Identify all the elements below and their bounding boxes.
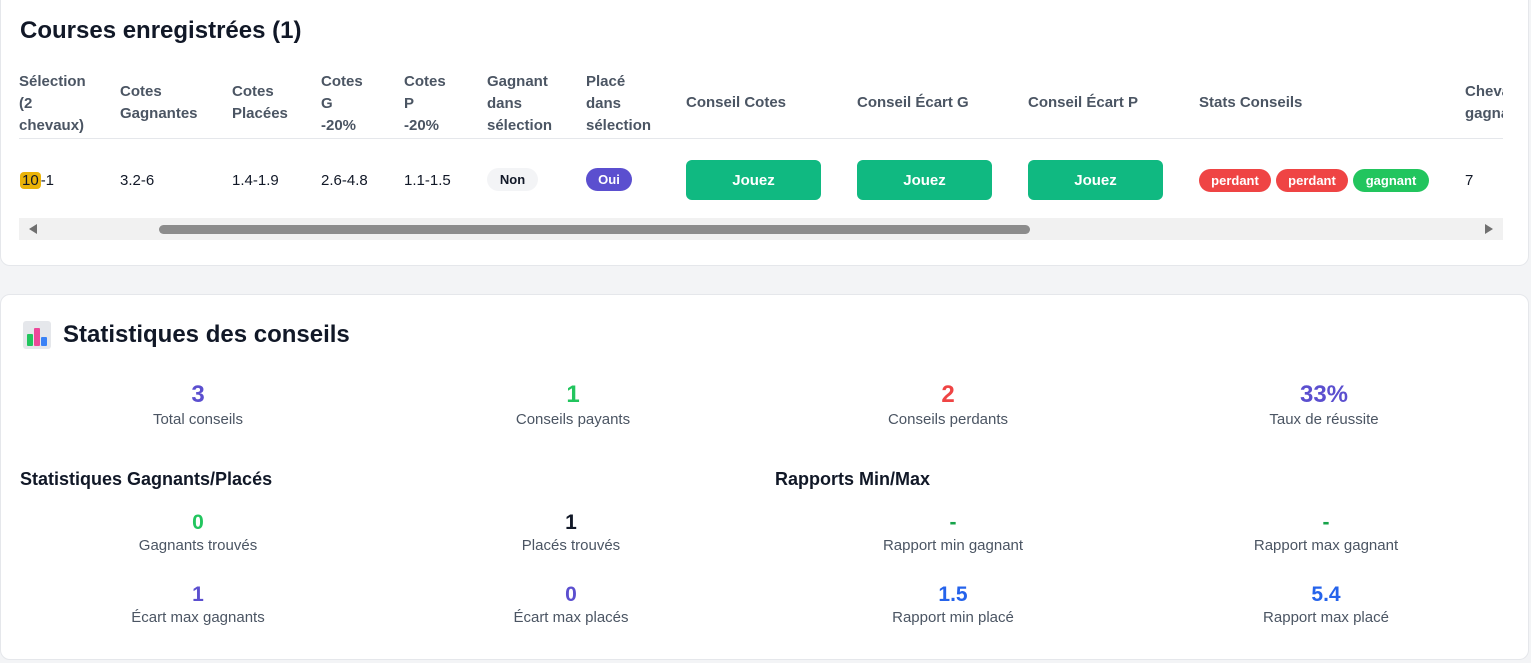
header-chevaux-line2: gagnants	[1465, 105, 1503, 122]
header-cotes-p-line2: P	[404, 95, 415, 112]
header-selection-line1: Sélection	[19, 73, 86, 90]
horizontal-scrollbar[interactable]	[19, 218, 1503, 240]
courses-title: Courses enregistrées (1)	[20, 17, 302, 44]
stat-rapport-max-gagnant: - Rapport max gagnant	[1146, 510, 1506, 555]
header-cotes-p[interactable]: Cotes P -20%	[404, 71, 446, 137]
stat-value: 0	[192, 511, 204, 534]
header-selection[interactable]: Sélection (2 chevaux)	[19, 71, 86, 137]
header-divider	[19, 138, 1503, 139]
cell-cotes-gagnantes: 3.2-6	[120, 172, 155, 189]
stat-ecart-max-places: 0 Écart max placés	[391, 582, 751, 627]
header-place-line3: sélection	[586, 117, 652, 134]
scroll-thumb[interactable]	[159, 225, 1030, 234]
cell-cotes-g: 2.6-4.8	[321, 172, 368, 189]
header-cotes-gagnantes-line1: Cotes	[120, 83, 162, 100]
header-stats-conseils[interactable]: Stats Conseils	[1199, 92, 1302, 114]
stat-label: Taux de réussite	[1269, 411, 1379, 428]
place-selection-pill: Oui	[586, 168, 632, 191]
stat-label: Placés trouvés	[521, 537, 621, 554]
stat-value: 3	[191, 381, 205, 408]
stat-conseils-perdants: 2 Conseils perdants	[768, 381, 1128, 429]
stat-rapport-min-gagnant: - Rapport min gagnant	[773, 510, 1133, 555]
selection-rest: -1	[40, 172, 55, 189]
stat-label: Rapport min gagnant	[882, 537, 1024, 554]
courses-card: Courses enregistrées (1) Sélection (2 ch…	[0, 0, 1529, 266]
header-cotes-p-line3: -20%	[404, 117, 440, 134]
gagnants-places-title: Statistiques Gagnants/Placés	[20, 469, 273, 489]
cell-cotes-p: 1.1-1.5	[404, 172, 451, 189]
stat-label: Écart max placés	[513, 609, 629, 626]
scroll-left-icon[interactable]	[29, 224, 37, 234]
header-chevaux-gagnants[interactable]: Chevaux gagnants	[1465, 81, 1503, 125]
header-place-selection[interactable]: Placé dans sélection	[586, 71, 651, 137]
header-cotes-placees-line2: Placées	[232, 105, 288, 122]
header-chevaux-line1: Chevaux	[1465, 83, 1503, 100]
stat-value: 1	[192, 583, 204, 606]
stat-value: 1.5	[938, 583, 968, 606]
stat-value: 1	[566, 381, 580, 408]
stat-value: 1	[565, 511, 577, 534]
stats-card: Statistiques des conseils 3 Total consei…	[0, 294, 1529, 660]
header-cotes-g-line1: Cotes	[321, 73, 363, 90]
header-cotes-g-line2: G	[321, 95, 333, 112]
rapports-title: Rapports Min/Max	[775, 469, 931, 489]
stat-label: Conseils perdants	[887, 411, 1009, 428]
stat-label: Rapport max gagnant	[1253, 537, 1399, 554]
scroll-right-icon[interactable]	[1485, 224, 1493, 234]
header-cotes-p-line1: Cotes	[404, 73, 446, 90]
header-place-line1: Placé	[586, 73, 626, 90]
stat-value: 0	[565, 583, 577, 606]
stat-label: Gagnants trouvés	[138, 537, 258, 554]
header-selection-line3: chevaux)	[19, 117, 85, 134]
stat-conseils-payants: 1 Conseils payants	[393, 381, 753, 429]
stat-value: 5.4	[1311, 583, 1341, 606]
header-conseil-cotes[interactable]: Conseil Cotes	[686, 92, 786, 114]
selection-highlight: 10	[20, 172, 41, 189]
stat-rapport-min-place: 1.5 Rapport min placé	[773, 582, 1133, 627]
conseil-ecart-g-button[interactable]: Jouez	[857, 160, 992, 200]
stat-label: Conseils payants	[515, 411, 631, 428]
stat-taux-reussite: 33% Taux de réussite	[1144, 381, 1504, 429]
header-gagnant-line2: dans	[487, 95, 523, 112]
bar-chart-icon	[23, 321, 51, 349]
header-conseil-ecart-g[interactable]: Conseil Écart G	[857, 92, 969, 114]
stat-label: Rapport max placé	[1263, 609, 1389, 626]
stat-label: Écart max gagnants	[131, 609, 265, 626]
header-gagnant-line1: Gagnant	[487, 73, 548, 90]
stats-title-text: Statistiques des conseils	[63, 321, 350, 348]
stat-badge-gagnant: gagnant	[1353, 169, 1429, 192]
cell-chevaux-gagnants: 7	[1465, 172, 1474, 189]
stat-places-trouves: 1 Placés trouvés	[391, 510, 751, 555]
header-conseil-ecart-p[interactable]: Conseil Écart P	[1028, 92, 1138, 114]
gagnant-selection-pill: Non	[487, 168, 538, 191]
header-place-line2: dans	[586, 95, 622, 112]
cell-cotes-placees: 1.4-1.9	[232, 172, 279, 189]
stat-value: 2	[941, 381, 955, 408]
stat-value: -	[1322, 511, 1330, 534]
stat-value: -	[949, 511, 957, 534]
header-selection-line2: (2	[19, 95, 33, 112]
header-cotes-placees-line1: Cotes	[232, 83, 274, 100]
courses-table: Sélection (2 chevaux) Cotes Gagnantes Co…	[19, 61, 1503, 211]
header-cotes-gagnantes-line2: Gagnantes	[120, 105, 198, 122]
stat-label: Total conseils	[152, 411, 244, 428]
stat-total-conseils: 3 Total conseils	[18, 381, 378, 429]
header-gagnant-selection[interactable]: Gagnant dans sélection	[487, 71, 552, 137]
stat-ecart-max-gagnants: 1 Écart max gagnants	[18, 582, 378, 627]
stat-badge-perdant-2: perdant	[1276, 169, 1348, 192]
header-cotes-g-line3: -20%	[321, 117, 357, 134]
header-cotes-gagnantes[interactable]: Cotes Gagnantes	[120, 81, 198, 125]
stats-title: Statistiques des conseils	[23, 321, 350, 349]
header-gagnant-line3: sélection	[487, 117, 553, 134]
stat-label: Rapport min placé	[892, 609, 1014, 626]
header-cotes-g[interactable]: Cotes G -20%	[321, 71, 363, 137]
header-cotes-placees[interactable]: Cotes Placées	[232, 81, 288, 125]
cell-selection: 10 -1	[20, 172, 54, 190]
stat-rapport-max-place: 5.4 Rapport max placé	[1146, 582, 1506, 627]
stat-badge-perdant-1: perdant	[1199, 169, 1271, 192]
conseil-cotes-button[interactable]: Jouez	[686, 160, 821, 200]
stat-gagnants-trouves: 0 Gagnants trouvés	[18, 510, 378, 555]
conseil-ecart-p-button[interactable]: Jouez	[1028, 160, 1163, 200]
stat-value: 33%	[1299, 381, 1349, 408]
